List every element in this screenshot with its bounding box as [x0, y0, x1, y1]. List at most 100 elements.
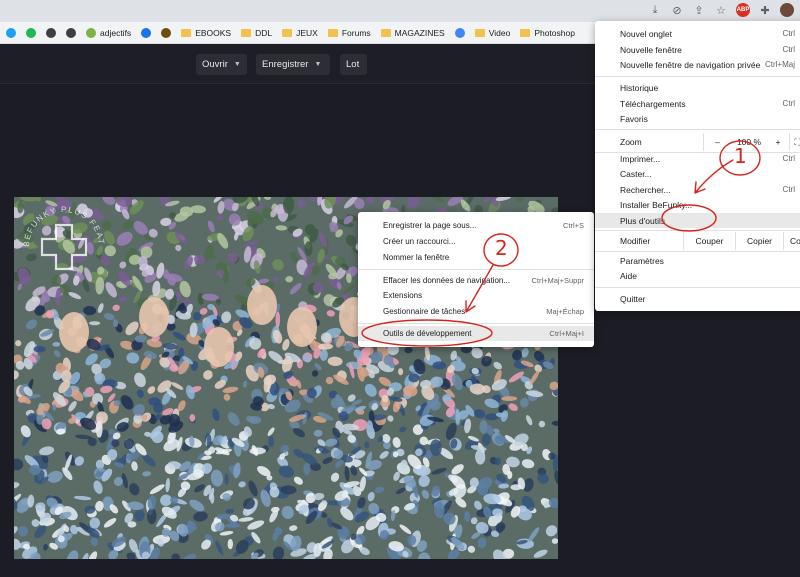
menu-item-more-tools[interactable]: Plus d'outils	[595, 213, 800, 228]
menu-item-label: Effacer les données de navigation...	[383, 276, 511, 285]
zoom-out-button[interactable]: –	[703, 133, 731, 151]
edit-row: Modifier Couper Copier Co	[595, 232, 800, 250]
folder-icon	[520, 28, 531, 37]
bookmark-refresh[interactable]	[141, 27, 152, 38]
menu-item-downloads[interactable]: Téléchargements Ctrl	[595, 96, 800, 111]
chevron-down-icon: ▼	[233, 61, 241, 68]
bookmark-label: Photoshop	[534, 27, 575, 38]
bookmark-adjectifs[interactable]: adjectifs	[86, 27, 131, 38]
menu-item-shortcut: Ctrl	[782, 45, 795, 54]
menu-item-favorites[interactable]: Favoris	[595, 111, 800, 126]
bookmark-ddl[interactable]: DDL	[241, 28, 272, 38]
bookmark-twitter[interactable]	[6, 27, 16, 38]
puzzle-icon[interactable]: ✚	[758, 3, 772, 17]
bookmark-jeux[interactable]: JEUX	[282, 28, 318, 38]
bookmark-label: MAGAZINES	[394, 27, 445, 38]
download-icon[interactable]: ⤓	[648, 3, 662, 17]
menu-item-label: Créer un raccourci...	[383, 237, 456, 246]
bookmark-crown[interactable]	[66, 27, 76, 38]
menu-item-new-private-window[interactable]: Nouvelle fenêtre de navigation privée Ct…	[595, 57, 800, 72]
menu-item-print[interactable]: Imprimer... Ctrl	[595, 151, 800, 166]
adjectifs-icon	[86, 27, 96, 38]
menu-item-find[interactable]: Rechercher... Ctrl	[595, 182, 800, 197]
zoom-in-button[interactable]: +	[767, 133, 789, 151]
bookmark-globe[interactable]	[46, 27, 56, 38]
menu-item-label: Paramètres	[620, 255, 664, 266]
browser-top-strip: ⤓ ⊘ ⇪ ☆ ABP ✚	[0, 0, 800, 22]
menu-item-dev-tools[interactable]: Outils de développement Ctrl+Maj+I	[358, 326, 594, 341]
menu-item-extensions[interactable]: Extensions	[358, 288, 594, 303]
menu-item-name-window[interactable]: Nommer la fenêtre	[358, 250, 594, 265]
menu-item-shortcut: Ctrl+Maj+I	[549, 329, 584, 338]
avatar[interactable]	[780, 3, 794, 17]
chevron-down-icon: ▼	[314, 61, 322, 68]
menu-item-history[interactable]: Historique	[595, 80, 800, 95]
bookmark-forums[interactable]: Forums	[327, 28, 371, 38]
menu-item-new-window[interactable]: Nouvelle fenêtre Ctrl	[595, 42, 800, 57]
menu-divider	[358, 269, 594, 270]
menu-item-shortcut: Ctrl	[782, 29, 795, 38]
cut-button[interactable]: Couper	[683, 232, 735, 250]
bookmark-google[interactable]	[454, 27, 465, 38]
menu-divider	[595, 129, 800, 130]
svg-text:BEFUNKY PLUS FEATURE: BEFUNKY PLUS FEATURE	[14, 197, 106, 247]
open-button[interactable]: Ouvrir ▼	[196, 54, 247, 75]
menu-item-label: Gestionnaire de tâches	[383, 307, 466, 316]
menu-item-create-shortcut[interactable]: Créer un raccourci...	[358, 234, 594, 249]
menu-item-label: Installer BeFunky...	[620, 199, 693, 210]
bookmark-label: EBOOKS	[195, 27, 232, 38]
crown-icon	[66, 27, 76, 38]
menu-item-label: Outils de développement	[383, 329, 472, 338]
bookmark-ebooks[interactable]: EBOOKS	[181, 28, 231, 38]
folder-icon	[380, 28, 391, 37]
menu-divider	[595, 287, 800, 288]
menu-item-shortcut: Ctrl+S	[562, 221, 584, 230]
menu-item-shortcut: Ctrl+Maj+Suppr	[531, 276, 584, 285]
twitter-icon	[6, 27, 16, 38]
bookmark-video[interactable]: Video	[474, 28, 510, 38]
zoom-row: Zoom – 100 % + ⛶	[595, 133, 800, 151]
edit-label: Modifier	[620, 236, 651, 246]
menu-item-label: Imprimer...	[620, 153, 661, 164]
save-button[interactable]: Enregistrer ▼	[256, 54, 330, 75]
folder-icon	[181, 28, 192, 37]
menu-item-save-page[interactable]: Enregistrer la page sous... Ctrl+S	[358, 218, 594, 233]
menu-item-cast[interactable]: Caster...	[595, 166, 800, 181]
menu-item-new-tab[interactable]: Nouvel onglet Ctrl	[595, 26, 800, 41]
bookmark-game[interactable]	[161, 27, 172, 38]
bookmark-photoshop[interactable]: Photoshop	[520, 28, 575, 38]
copy-button[interactable]: Copier	[735, 232, 783, 250]
eye-slash-icon[interactable]: ⊘	[670, 3, 684, 17]
open-label: Ouvrir	[202, 59, 228, 70]
menu-item-quit[interactable]: Quitter	[595, 291, 800, 306]
menu-item-label: Extensions	[383, 291, 423, 300]
menu-item-shortcut: Ctrl	[782, 154, 795, 163]
bookmark-magazines[interactable]: MAGAZINES	[380, 27, 445, 38]
menu-item-shortcut: Ctrl	[782, 99, 795, 108]
paste-button[interactable]: Co	[783, 232, 800, 250]
watermark-plus-icon	[40, 223, 88, 271]
menu-item-task-manager[interactable]: Gestionnaire de tâches Maj+Échap	[358, 304, 594, 319]
menu-item-label: Téléchargements	[620, 98, 686, 109]
browser-toolbar-icons: ⤓ ⊘ ⇪ ☆ ABP ✚	[648, 3, 794, 17]
menu-item-label: Caster...	[620, 168, 652, 179]
menu-item-label: Nouvel onglet	[620, 28, 672, 39]
menu-item-label: Favoris	[620, 113, 648, 124]
adblock-icon[interactable]: ABP	[736, 3, 750, 17]
bookmark-spotify[interactable]	[26, 27, 36, 38]
batch-button[interactable]: Lot	[340, 54, 367, 75]
menu-item-shortcut: Maj+Échap	[546, 307, 584, 316]
menu-item-settings[interactable]: Paramètres	[595, 253, 800, 268]
bookmark-label: JEUX	[296, 27, 318, 38]
bookmark-label: DDL	[255, 27, 273, 38]
annotation-step2-label: 2	[495, 236, 508, 260]
menu-item-install[interactable]: Installer BeFunky...	[595, 197, 800, 212]
menu-item-clear-data[interactable]: Effacer les données de navigation... Ctr…	[358, 273, 594, 288]
star-icon[interactable]: ☆	[714, 3, 728, 17]
menu-item-help[interactable]: Aide	[595, 268, 800, 283]
share-icon[interactable]: ⇪	[692, 3, 706, 17]
folder-icon	[282, 28, 293, 37]
menu-divider	[595, 76, 800, 77]
menu-item-shortcut: Ctrl	[782, 185, 795, 194]
fullscreen-icon[interactable]: ⛶	[789, 133, 800, 151]
